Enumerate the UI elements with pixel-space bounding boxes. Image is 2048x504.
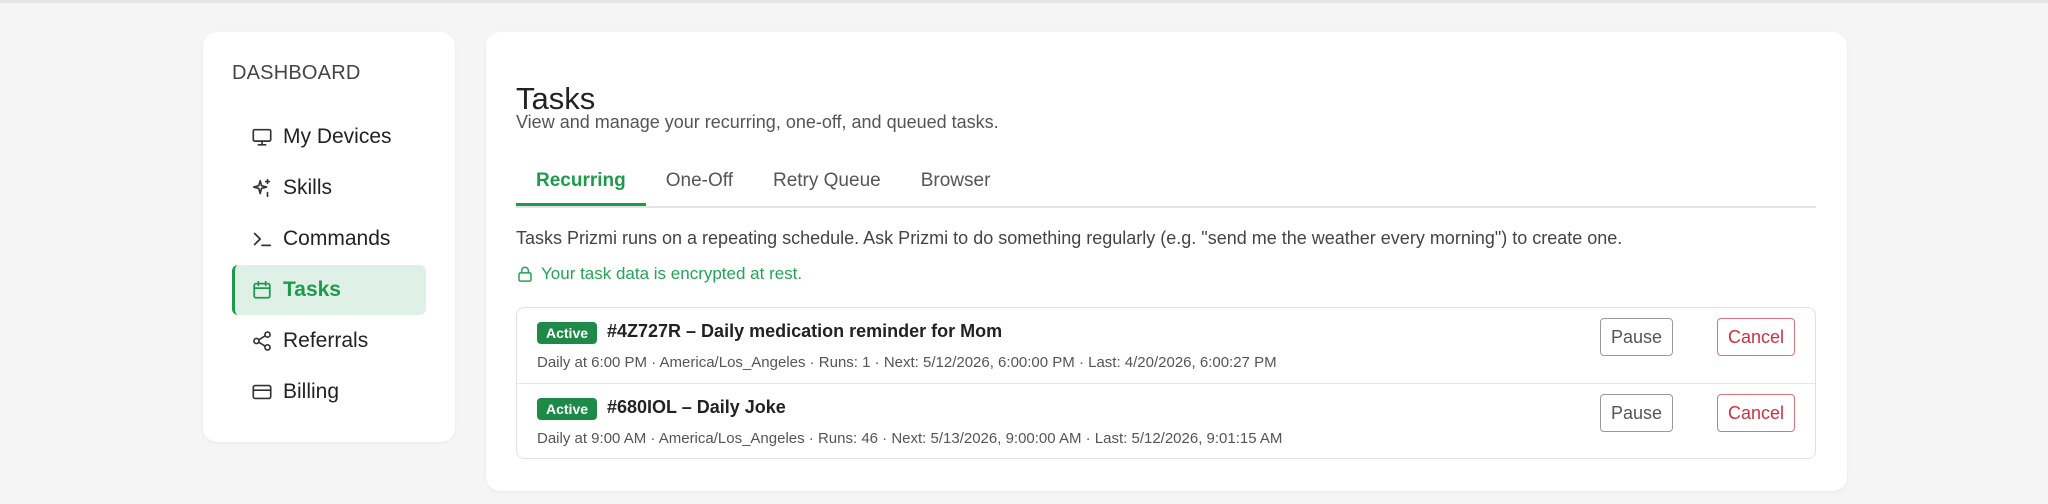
tab-recurring[interactable]: Recurring xyxy=(516,162,646,206)
tab-retry-queue[interactable]: Retry Queue xyxy=(753,162,901,206)
sidebar-item-label: Tasks xyxy=(283,278,341,301)
sidebar-heading: DASHBOARD xyxy=(232,62,361,84)
task-title: #680IOL – Daily Joke xyxy=(607,397,786,417)
sidebar-item-label: Billing xyxy=(283,380,340,403)
sidebar-item-label: Referrals xyxy=(283,329,369,352)
sidebar-item-label: My Devices xyxy=(283,125,392,148)
sidebar-item-commands[interactable]: Commands xyxy=(232,214,426,264)
tab-browser[interactable]: Browser xyxy=(901,162,1011,206)
task-row: Active #680IOL – Daily Joke Daily at 9:0… xyxy=(517,383,1815,458)
sidebar-nav: My Devices Skills Commands Tasks Referra… xyxy=(232,112,426,418)
encryption-notice-text: Your task data is encrypted at rest. xyxy=(541,264,803,283)
cancel-button[interactable]: Cancel xyxy=(1716,394,1795,432)
monitor-icon xyxy=(250,125,274,149)
cancel-button[interactable]: Cancel xyxy=(1716,318,1795,356)
share-icon xyxy=(250,329,274,353)
tab-description: Tasks Prizmi runs on a repeating schedul… xyxy=(516,228,1623,248)
status-badge: Active xyxy=(537,398,598,420)
sidebar-item-label: Commands xyxy=(283,227,391,250)
sidebar-item-my-devices[interactable]: My Devices xyxy=(232,112,426,162)
pause-button[interactable]: Pause xyxy=(1599,318,1673,356)
tab-one-off[interactable]: One-Off xyxy=(646,162,753,206)
lock-icon xyxy=(516,265,534,283)
main-panel: Tasks View and manage your recurring, on… xyxy=(486,32,1847,491)
terminal-icon xyxy=(250,227,274,251)
sparkle-icon xyxy=(250,176,274,200)
sidebar: DASHBOARD My Devices Skills Commands Tas… xyxy=(203,32,455,442)
calendar-icon xyxy=(250,278,274,302)
top-border xyxy=(0,0,2048,3)
sidebar-item-tasks[interactable]: Tasks xyxy=(232,265,426,315)
task-title: #4Z727R – Daily medication reminder for … xyxy=(607,321,1003,341)
sidebar-item-billing[interactable]: Billing xyxy=(232,367,426,417)
sidebar-item-label: Skills xyxy=(283,176,333,199)
credit-card-icon xyxy=(250,380,274,404)
sidebar-item-skills[interactable]: Skills xyxy=(232,163,426,213)
task-row: Active #4Z727R – Daily medication remind… xyxy=(517,308,1815,383)
encryption-notice: Your task data is encrypted at rest. xyxy=(516,264,802,284)
status-badge: Active xyxy=(537,322,598,344)
task-list: Active #4Z727R – Daily medication remind… xyxy=(516,307,1816,459)
pause-button[interactable]: Pause xyxy=(1599,394,1673,432)
sidebar-item-referrals[interactable]: Referrals xyxy=(232,316,426,366)
task-schedule-details: Daily at 9:00 AM · America/Los_Angeles ·… xyxy=(537,430,1283,447)
task-schedule-details: Daily at 6:00 PM · America/Los_Angeles ·… xyxy=(537,354,1277,371)
page-subtitle: View and manage your recurring, one-off,… xyxy=(516,112,999,132)
task-tabs: Recurring One-Off Retry Queue Browser xyxy=(516,162,1816,208)
